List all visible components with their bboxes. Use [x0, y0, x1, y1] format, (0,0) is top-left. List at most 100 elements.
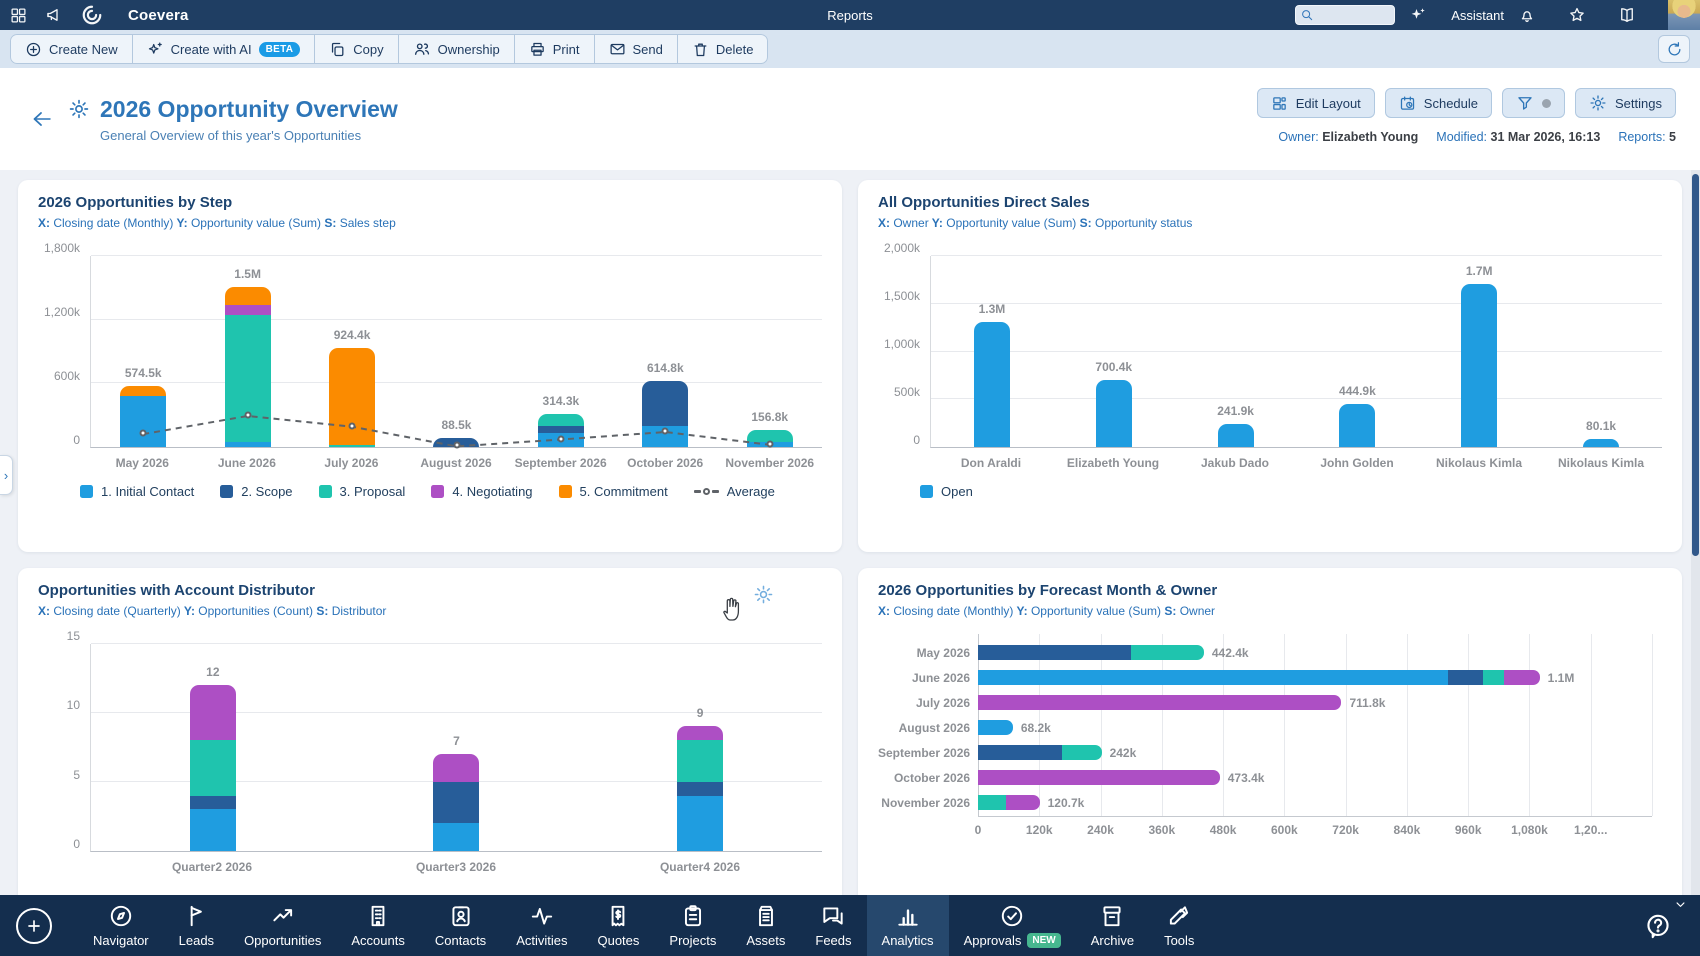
bar-segment[interactable]: [1461, 283, 1498, 447]
bar-segment[interactable]: [978, 795, 1007, 810]
nav-item-projects[interactable]: Projects: [654, 895, 731, 956]
toolbar-button-create-new[interactable]: Create New: [10, 34, 133, 64]
nav-item-label: Contacts: [434, 933, 487, 948]
bar-segment[interactable]: [978, 645, 1132, 660]
nav-item-navigator[interactable]: Navigator: [78, 895, 164, 956]
star-icon[interactable]: [1568, 6, 1586, 24]
app-grid-icon[interactable]: [10, 7, 27, 24]
legend-item-average[interactable]: Average: [693, 484, 775, 499]
bar-segment[interactable]: [1583, 439, 1620, 447]
user-avatar[interactable]: [1668, 0, 1700, 30]
gear-icon: [1589, 94, 1607, 112]
layout-icon: [1271, 95, 1288, 112]
plot-area: 574.5k 1.5M 924.4k 88.5k 314.3k 614.8k 156.8k: [90, 255, 822, 449]
vertical-scrollbar[interactable]: [1691, 170, 1700, 895]
nav-item-opportunities[interactable]: Opportunities: [229, 895, 336, 956]
brand-logo[interactable]: Coevera: [81, 4, 189, 26]
header-button-edit-layout[interactable]: Edit Layout: [1256, 88, 1375, 118]
nav-item-leads[interactable]: Leads: [164, 895, 229, 956]
nav-item-label-row: Projects: [669, 933, 716, 948]
bar-segment[interactable]: [1095, 379, 1132, 447]
bar-segment[interactable]: [677, 740, 724, 782]
bar-segment[interactable]: [433, 781, 480, 824]
x-tick-label: Quarter4 2026: [659, 860, 741, 874]
bar-segment[interactable]: [978, 670, 1448, 685]
nav-item-contacts[interactable]: Contacts: [420, 895, 501, 956]
scrollbar-thumb[interactable]: [1692, 174, 1699, 556]
back-arrow-icon[interactable]: [30, 107, 54, 131]
bar-segment[interactable]: [1006, 795, 1040, 810]
search-box[interactable]: [1295, 5, 1409, 25]
legend-item[interactable]: 5. Commitment: [558, 484, 668, 499]
bar-segment[interactable]: [677, 781, 724, 796]
nav-item-approvals[interactable]: Approvals NEW: [949, 895, 1076, 956]
nav-item-label: Analytics: [881, 933, 934, 948]
bar-segment[interactable]: [189, 795, 236, 810]
legend-swatch: [318, 485, 332, 498]
bar-segment[interactable]: [189, 740, 236, 796]
legend-label: Average: [726, 484, 775, 499]
filter-button[interactable]: [1502, 88, 1566, 118]
bar-segment[interactable]: [677, 795, 724, 851]
megaphone-icon[interactable]: [45, 6, 63, 24]
bar-segment[interactable]: [1131, 645, 1204, 660]
toolbar-button-create-with-ai[interactable]: Create with AI BETA: [131, 34, 316, 64]
bar-segment[interactable]: [978, 720, 1013, 735]
expand-side-panel-tab[interactable]: ›: [0, 455, 13, 495]
bar-segment[interactable]: [1483, 670, 1504, 685]
bar-segment[interactable]: [1339, 404, 1376, 447]
legend-item[interactable]: 3. Proposal: [318, 484, 405, 499]
assistant-button[interactable]: Assistant: [1409, 6, 1504, 24]
bar-segment[interactable]: [433, 753, 480, 782]
bar-segment[interactable]: [677, 726, 724, 741]
axis-prefix: X:: [878, 604, 894, 618]
bell-icon[interactable]: [1518, 6, 1536, 24]
bar-segment[interactable]: [1062, 745, 1102, 760]
legend-item[interactable]: 2. Scope: [220, 484, 293, 499]
toolbar-button-copy[interactable]: Copy: [314, 34, 399, 64]
dash: [711, 490, 719, 493]
toolbar-button-send[interactable]: Send: [593, 34, 678, 64]
book-icon[interactable]: [1618, 6, 1636, 24]
axis-description: Owner: [893, 216, 929, 230]
bar-segment[interactable]: [189, 684, 236, 741]
nav-item-feeds[interactable]: Feeds: [800, 895, 866, 956]
legend-item[interactable]: Open: [920, 484, 973, 499]
nav-item-analytics[interactable]: Analytics: [866, 895, 949, 956]
add-button[interactable]: [16, 907, 52, 944]
panel-settings-gear-icon[interactable]: [753, 584, 774, 605]
chart-title: All Opportunities Direct Sales: [878, 194, 1090, 211]
x-tick-label: Quarter2 2026: [171, 860, 253, 874]
bar-segment[interactable]: [978, 745, 1063, 760]
refresh-button[interactable]: [1658, 35, 1690, 63]
nav-item-activities[interactable]: Activities: [501, 895, 582, 956]
help-icon[interactable]: [1644, 912, 1672, 940]
bar-segment[interactable]: [189, 809, 236, 851]
bar-segment[interactable]: [433, 823, 480, 851]
toolbar-button-ownership[interactable]: Ownership: [397, 34, 515, 64]
header-button-label: Settings: [1615, 95, 1662, 111]
toolbar-button-delete[interactable]: Delete: [676, 34, 769, 64]
bar-segment[interactable]: [1503, 670, 1540, 685]
nav-item-assets[interactable]: Assets: [731, 895, 800, 956]
nav-item-accounts[interactable]: Accounts: [336, 895, 419, 956]
report-gear-icon[interactable]: [68, 98, 90, 120]
toolbar-button-print[interactable]: Print: [513, 34, 595, 64]
average-marker: [661, 427, 669, 435]
legend-item[interactable]: 1. Initial Contact: [80, 484, 194, 499]
nav-item-tools[interactable]: Tools: [1149, 895, 1209, 956]
bar-row: September 2026 242k: [878, 740, 1652, 765]
header-button-schedule[interactable]: Schedule: [1384, 88, 1493, 118]
y-tick-label: 1,500k: [883, 289, 920, 303]
legend-item[interactable]: 4. Negotiating: [431, 484, 533, 499]
collapse-nav-chevron-icon[interactable]: [1673, 897, 1688, 912]
bar-segment[interactable]: [1447, 670, 1484, 685]
search-input[interactable]: [1332, 8, 1409, 22]
bar-segment[interactable]: [978, 695, 1342, 710]
bar-segment[interactable]: [973, 322, 1010, 447]
nav-item-archive[interactable]: Archive: [1076, 895, 1149, 956]
bar-segment[interactable]: [1217, 423, 1254, 447]
nav-item-quotes[interactable]: Quotes: [582, 895, 654, 956]
header-button-settings[interactable]: Settings: [1575, 88, 1676, 118]
bar-segment[interactable]: [978, 770, 1220, 785]
